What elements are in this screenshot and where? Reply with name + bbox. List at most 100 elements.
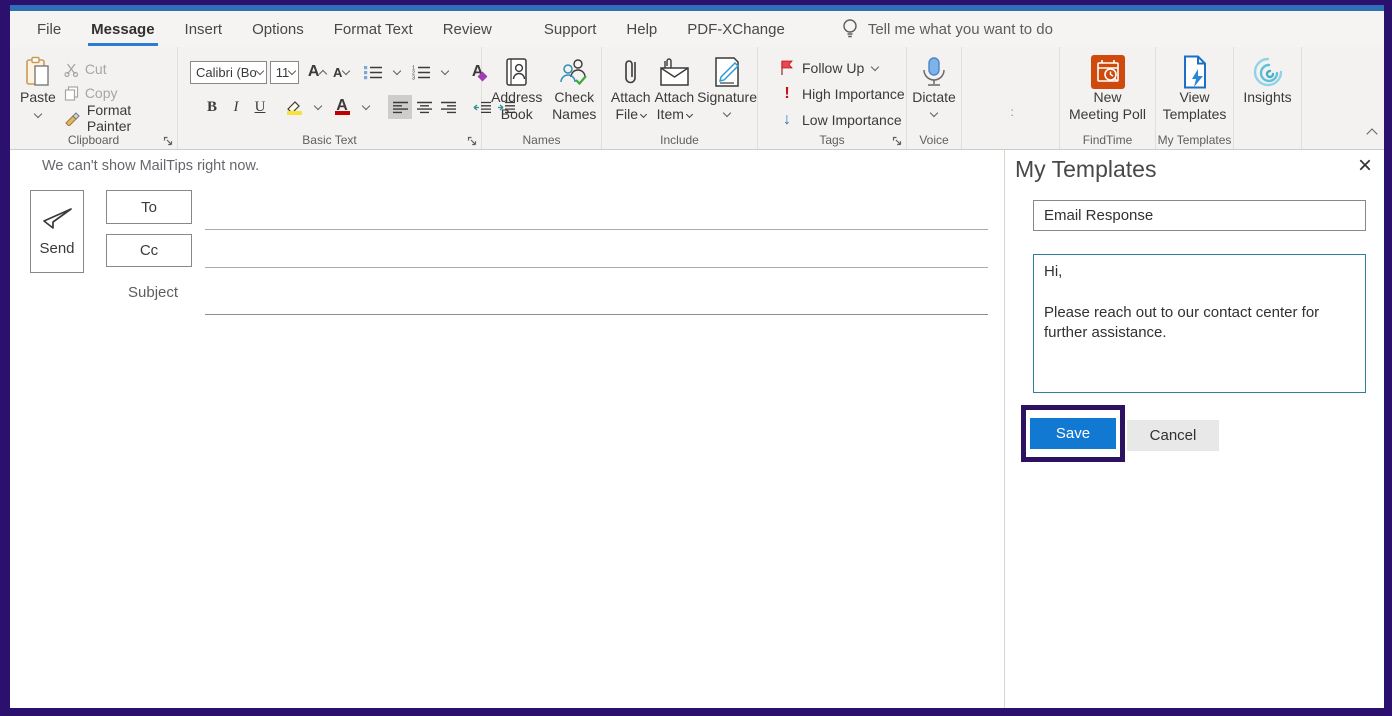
- group-basic-text: Calibri (Bo 11 A A: [178, 47, 482, 149]
- attach-item-label-1: Attach: [654, 89, 694, 106]
- numbering-button[interactable]: 123: [409, 60, 433, 84]
- signature-button[interactable]: Signature: [697, 47, 757, 131]
- low-importance-button[interactable]: ↓ Low Importance: [780, 107, 906, 133]
- group-insights: Insights: [1234, 47, 1302, 149]
- panel-title: My Templates: [1015, 156, 1156, 183]
- tab-file[interactable]: File: [22, 11, 76, 47]
- font-color-button[interactable]: A: [330, 95, 354, 119]
- tags-dialog-launcher-icon[interactable]: [892, 136, 902, 146]
- insights-icon: [1251, 55, 1285, 89]
- findtime-group-label: FindTime: [1060, 133, 1155, 147]
- align-left-button[interactable]: [388, 95, 412, 119]
- clipboard-group-label: Clipboard: [10, 133, 177, 147]
- bullets-button[interactable]: [361, 60, 385, 84]
- format-painter-button[interactable]: Format Painter: [64, 105, 177, 131]
- tab-options[interactable]: Options: [237, 11, 319, 47]
- attach-item-label-2: Item: [657, 106, 692, 123]
- dictate-chevron: [930, 109, 938, 117]
- follow-up-button[interactable]: Follow Up: [780, 55, 906, 81]
- check-names-icon: [559, 55, 589, 89]
- low-importance-label: Low Importance: [802, 112, 902, 128]
- attach-item-button[interactable]: Attach Item: [654, 47, 696, 131]
- new-meeting-poll-label-2: Meeting Poll: [1069, 106, 1146, 123]
- save-button[interactable]: Save: [1030, 418, 1116, 449]
- to-field-line[interactable]: [205, 229, 988, 230]
- font-name-value: Calibri (Bo: [196, 65, 257, 80]
- italic-button[interactable]: I: [224, 95, 248, 119]
- address-book-label-1: Address: [491, 89, 542, 106]
- view-templates-label-1: View: [1179, 89, 1209, 106]
- paste-button[interactable]: Paste: [20, 47, 56, 131]
- shrink-font-icon: A: [333, 65, 342, 80]
- view-templates-label-2: Templates: [1163, 106, 1227, 123]
- microphone-icon: [920, 55, 948, 89]
- attach-file-button[interactable]: Attach File: [610, 47, 652, 131]
- group-names: Address Book Check Names Names: [482, 47, 602, 149]
- signature-label: Signature: [697, 89, 757, 106]
- tab-message[interactable]: Message: [76, 11, 169, 47]
- font-size-select[interactable]: 11: [270, 61, 300, 84]
- new-meeting-poll-button[interactable]: New Meeting Poll: [1062, 47, 1154, 131]
- check-names-button[interactable]: Check Names: [548, 47, 602, 131]
- view-templates-button[interactable]: View Templates: [1158, 47, 1232, 131]
- highlight-button[interactable]: [282, 95, 306, 119]
- lightbulb-icon: [842, 18, 858, 40]
- send-button[interactable]: Send: [30, 190, 84, 273]
- tab-format-text[interactable]: Format Text: [319, 11, 428, 47]
- align-center-icon: [416, 101, 433, 114]
- overflow-mark: :: [1011, 105, 1014, 119]
- tab-support[interactable]: Support: [529, 11, 612, 47]
- send-label: Send: [39, 240, 74, 257]
- new-meeting-poll-icon: [1091, 55, 1125, 89]
- basic-text-group-label: Basic Text: [178, 133, 481, 147]
- address-book-button[interactable]: Address Book: [490, 47, 544, 131]
- follow-up-chevron: [871, 62, 879, 70]
- cc-button[interactable]: Cc: [106, 234, 192, 267]
- dictate-button[interactable]: Dictate: [912, 47, 956, 131]
- to-button[interactable]: To: [106, 190, 192, 224]
- bullets-chevron[interactable]: [385, 60, 409, 84]
- grow-font-button[interactable]: A: [305, 60, 329, 84]
- highlight-chevron[interactable]: [306, 95, 330, 119]
- bullets-icon: [363, 64, 383, 80]
- collapse-ribbon-button[interactable]: [1368, 125, 1376, 143]
- address-book-icon: [504, 55, 530, 89]
- signature-icon: [712, 55, 742, 89]
- clipboard-dialog-launcher-icon[interactable]: [163, 136, 173, 146]
- format-painter-label: Format Painter: [87, 102, 177, 134]
- signature-chevron: [723, 109, 731, 117]
- font-size-value: 11: [276, 65, 290, 80]
- tab-insert[interactable]: Insert: [170, 11, 238, 47]
- insights-button[interactable]: Insights: [1243, 47, 1291, 131]
- numbering-chevron[interactable]: [433, 60, 457, 84]
- subject-field-line[interactable]: [205, 314, 988, 315]
- font-name-select[interactable]: Calibri (Bo: [190, 61, 267, 84]
- underline-button[interactable]: U: [248, 95, 272, 119]
- ribbon: Paste Cut Copy: [10, 47, 1384, 150]
- cc-field-line[interactable]: [205, 267, 988, 268]
- cut-scissors-icon: [64, 62, 79, 77]
- template-name-input[interactable]: [1033, 200, 1366, 231]
- font-color-chevron[interactable]: [354, 95, 378, 119]
- close-icon[interactable]: ×: [1358, 154, 1372, 178]
- insights-label: Insights: [1243, 89, 1291, 106]
- template-body-textarea[interactable]: Hi, Please reach out to our contact cent…: [1033, 254, 1366, 393]
- low-importance-icon: ↓: [780, 111, 794, 129]
- paste-clipboard-icon: [24, 55, 52, 89]
- align-right-button[interactable]: [436, 95, 460, 119]
- bold-button[interactable]: B: [200, 95, 224, 119]
- tab-pdf-xchange[interactable]: PDF-XChange: [672, 11, 800, 47]
- dictate-label: Dictate: [912, 89, 956, 106]
- cancel-button[interactable]: Cancel: [1127, 420, 1219, 451]
- shrink-font-button[interactable]: A: [329, 60, 353, 84]
- grow-font-icon: A: [308, 63, 320, 81]
- basic-text-dialog-launcher-icon[interactable]: [467, 136, 477, 146]
- paste-dropdown-chevron[interactable]: [34, 110, 42, 118]
- tab-help[interactable]: Help: [611, 11, 672, 47]
- high-importance-button[interactable]: ! High Importance: [780, 81, 906, 107]
- align-center-button[interactable]: [412, 95, 436, 119]
- menu-bar: File Message Insert Options Format Text …: [10, 11, 1384, 47]
- cut-button[interactable]: Cut: [64, 57, 177, 81]
- tab-review[interactable]: Review: [428, 11, 507, 47]
- tell-me-box[interactable]: Tell me what you want to do: [842, 18, 1053, 40]
